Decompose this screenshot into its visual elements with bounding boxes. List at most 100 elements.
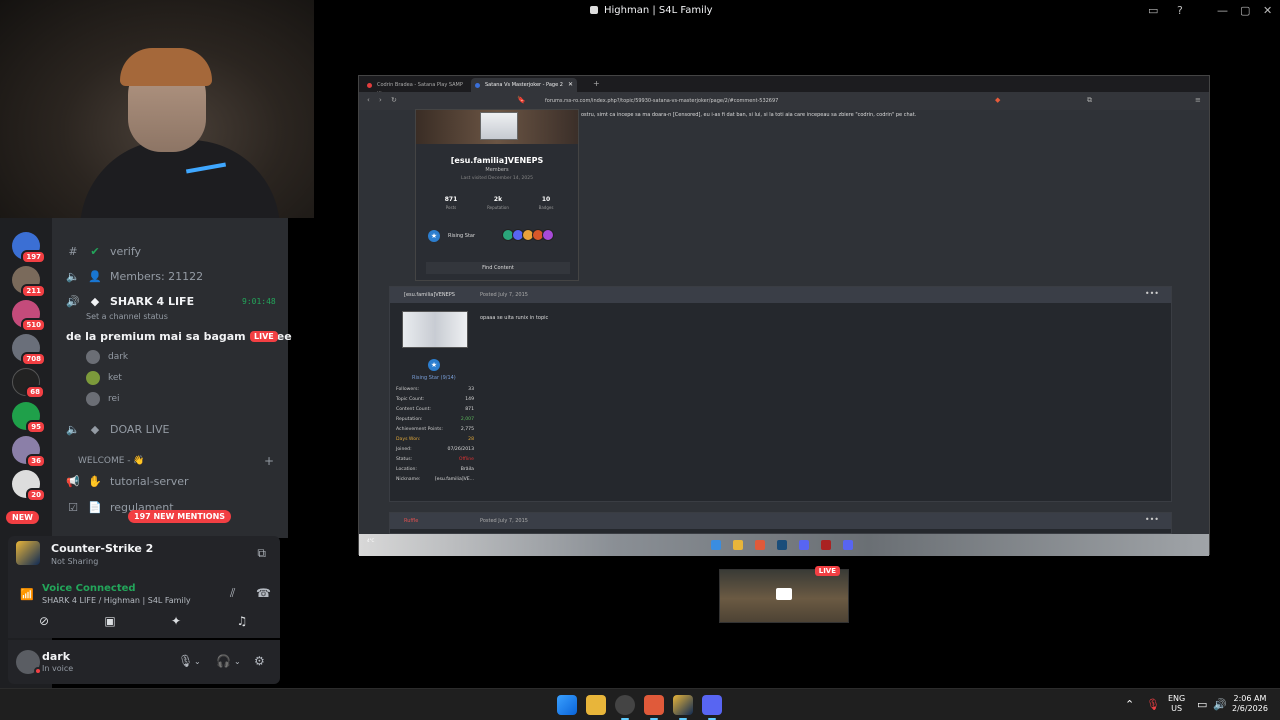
soundboard-icon[interactable]: ♫ bbox=[214, 614, 270, 632]
server-icon[interactable]: 20 bbox=[12, 470, 46, 502]
chevron-down-icon[interactable]: ⌄ bbox=[194, 657, 201, 666]
avatar[interactable] bbox=[480, 112, 518, 140]
brave-icon[interactable] bbox=[755, 540, 765, 550]
minimize-icon[interactable]: — bbox=[1217, 4, 1228, 17]
weather-widget[interactable]: 4°C bbox=[367, 538, 374, 543]
stream-preview[interactable]: LIVE bbox=[719, 566, 849, 623]
server-icon[interactable]: 211 bbox=[12, 266, 46, 298]
chevron-down-icon[interactable]: ⌄ bbox=[234, 657, 241, 666]
close-tab-icon[interactable]: ✕ bbox=[568, 81, 573, 88]
webcam-overlay bbox=[0, 0, 314, 218]
reload-icon[interactable]: ↻ bbox=[391, 96, 397, 104]
channel-verify[interactable]: # ✔ verify bbox=[66, 241, 141, 261]
tab-satana-vs-masterjoker[interactable]: Satana Vs Masterjoker - Page 2 ✕ bbox=[471, 78, 577, 92]
tab-codrin-bradea[interactable]: Codrin Bradea - Satana Play SAMP ... bbox=[363, 78, 469, 94]
user-name[interactable]: dark bbox=[42, 650, 70, 663]
author-avatar[interactable] bbox=[402, 311, 468, 348]
favicon-icon bbox=[475, 83, 480, 88]
network-icon[interactable]: ▭ bbox=[1197, 698, 1207, 711]
noise-suppression-icon[interactable]: ⫽ bbox=[230, 586, 235, 601]
stat-achievement-points: Achievement Points: 2,775 bbox=[396, 427, 474, 435]
channel-label: tutorial-server bbox=[110, 474, 189, 488]
more-options-icon[interactable]: ••• bbox=[1145, 515, 1159, 524]
forward-icon[interactable]: › bbox=[379, 96, 382, 104]
server-icon[interactable]: 68 bbox=[12, 368, 45, 399]
server-icon[interactable]: 95 bbox=[12, 402, 46, 434]
bookmark-icon[interactable]: 🔖 bbox=[517, 96, 526, 104]
voice-user[interactable]: dark bbox=[86, 350, 128, 364]
post-date[interactable]: Posted July 7, 2015 bbox=[480, 292, 528, 298]
folder-icon[interactable] bbox=[586, 695, 606, 715]
more-options-icon[interactable]: ••• bbox=[1145, 289, 1159, 298]
language-indicator[interactable]: ENG US bbox=[1168, 694, 1185, 714]
server-badge: 510 bbox=[21, 318, 46, 332]
category-welcome[interactable]: WELCOME - 👋 bbox=[78, 456, 145, 466]
profile-name[interactable]: [esu.familia]VENEPS bbox=[416, 156, 578, 165]
gear-icon[interactable]: ⚙ bbox=[254, 654, 265, 668]
app-icon[interactable] bbox=[821, 540, 831, 550]
brave-icon[interactable] bbox=[644, 695, 664, 720]
activities-icon[interactable]: ✦ bbox=[148, 614, 204, 632]
clock[interactable]: 2:06 AM 2/6/2026 bbox=[1232, 694, 1268, 714]
address-row: ‹ › ↻ 🔖 forums.rss-ro.com/index.php?/top… bbox=[359, 92, 1209, 110]
find-content-button[interactable]: Find Content bbox=[426, 262, 570, 274]
cs2-icon[interactable] bbox=[673, 695, 693, 720]
back-icon[interactable]: ‹ bbox=[367, 96, 370, 104]
discord-icon[interactable] bbox=[702, 695, 722, 720]
stat-label: Reputation: bbox=[396, 417, 423, 422]
shark-icon: ◆ bbox=[90, 294, 100, 308]
server-badge: 20 bbox=[26, 488, 46, 502]
headphones-icon[interactable]: 🎧 bbox=[216, 654, 231, 668]
start-icon[interactable] bbox=[711, 540, 721, 550]
help-icon[interactable]: ? bbox=[1177, 4, 1183, 17]
steam-icon[interactable] bbox=[777, 540, 787, 550]
lang-region: US bbox=[1171, 704, 1183, 713]
discord-icon[interactable] bbox=[799, 540, 809, 550]
folder-icon[interactable] bbox=[733, 540, 743, 550]
menu-icon[interactable]: ≡ bbox=[1195, 96, 1201, 104]
channel-doar-live[interactable]: 🔈 ◆ DOAR LIVE bbox=[66, 419, 169, 439]
share-screen-icon[interactable]: ⧉ bbox=[257, 546, 266, 561]
voice-connected-label[interactable]: Voice Connected bbox=[42, 583, 136, 594]
new-mentions-pill[interactable]: 197 NEW MENTIONS bbox=[128, 510, 232, 523]
badge-list[interactable] bbox=[502, 229, 554, 241]
server-icon[interactable]: 510 bbox=[12, 300, 46, 332]
voice-user[interactable]: ket bbox=[86, 371, 122, 385]
channel-members[interactable]: 🔈 👤 Members: 21122 bbox=[66, 266, 203, 286]
inner-taskbar: 4°C bbox=[359, 534, 1209, 556]
disconnect-icon[interactable]: ☎ bbox=[256, 586, 271, 600]
camera-off-icon[interactable]: ⊘ bbox=[16, 614, 72, 632]
close-icon[interactable]: ✕ bbox=[1263, 4, 1272, 17]
maximize-icon[interactable]: ▢ bbox=[1240, 4, 1250, 17]
post-date[interactable]: Posted July 7, 2015 bbox=[480, 518, 528, 524]
live-badge: LIVE bbox=[814, 566, 840, 576]
brave-shield-icon[interactable]: ◆ bbox=[995, 96, 1000, 104]
stat-label: Achievement Points: bbox=[396, 427, 443, 432]
post-author[interactable]: [esu.familia]VENEPS bbox=[404, 292, 455, 298]
voice-user-name: ket bbox=[108, 373, 122, 383]
extensions-icon[interactable]: ⧉ bbox=[1087, 96, 1092, 105]
screen-share-icon[interactable]: ▣ bbox=[82, 614, 138, 632]
new-unread-pill[interactable]: NEW bbox=[6, 511, 39, 524]
channel-tutorial-server[interactable]: 📢 ✋ tutorial-server bbox=[66, 471, 189, 491]
server-icon[interactable]: 708 bbox=[12, 334, 46, 366]
post-author[interactable]: Ruffle bbox=[404, 518, 418, 524]
address-bar[interactable]: forums.rss-ro.com/index.php?/topic/59930… bbox=[539, 95, 979, 107]
chevron-up-icon[interactable]: ⌃ bbox=[1125, 698, 1134, 711]
signal-icon[interactable]: 📶 bbox=[20, 588, 34, 601]
add-channel-icon[interactable]: + bbox=[264, 454, 274, 468]
microphone-icon[interactable]: 🎙 bbox=[178, 654, 193, 668]
speaker-icon: 🔈 bbox=[66, 269, 80, 283]
inbox-icon[interactable]: ▭ bbox=[1148, 4, 1158, 17]
microphone-icon[interactable]: 🎙 bbox=[1146, 698, 1160, 711]
voice-user[interactable]: rei bbox=[86, 392, 120, 406]
obs-icon[interactable] bbox=[615, 695, 635, 720]
start-icon[interactable] bbox=[557, 695, 577, 715]
discord-icon[interactable] bbox=[843, 540, 853, 550]
channel-status-input[interactable]: Set a channel status bbox=[86, 312, 168, 321]
new-tab-icon[interactable]: + bbox=[579, 78, 606, 92]
rank-label: Rising Star bbox=[448, 233, 476, 239]
server-icon[interactable]: 36 bbox=[12, 436, 46, 468]
volume-icon[interactable]: 🔊 bbox=[1213, 698, 1227, 711]
server-icon[interactable]: 197 bbox=[12, 232, 46, 264]
